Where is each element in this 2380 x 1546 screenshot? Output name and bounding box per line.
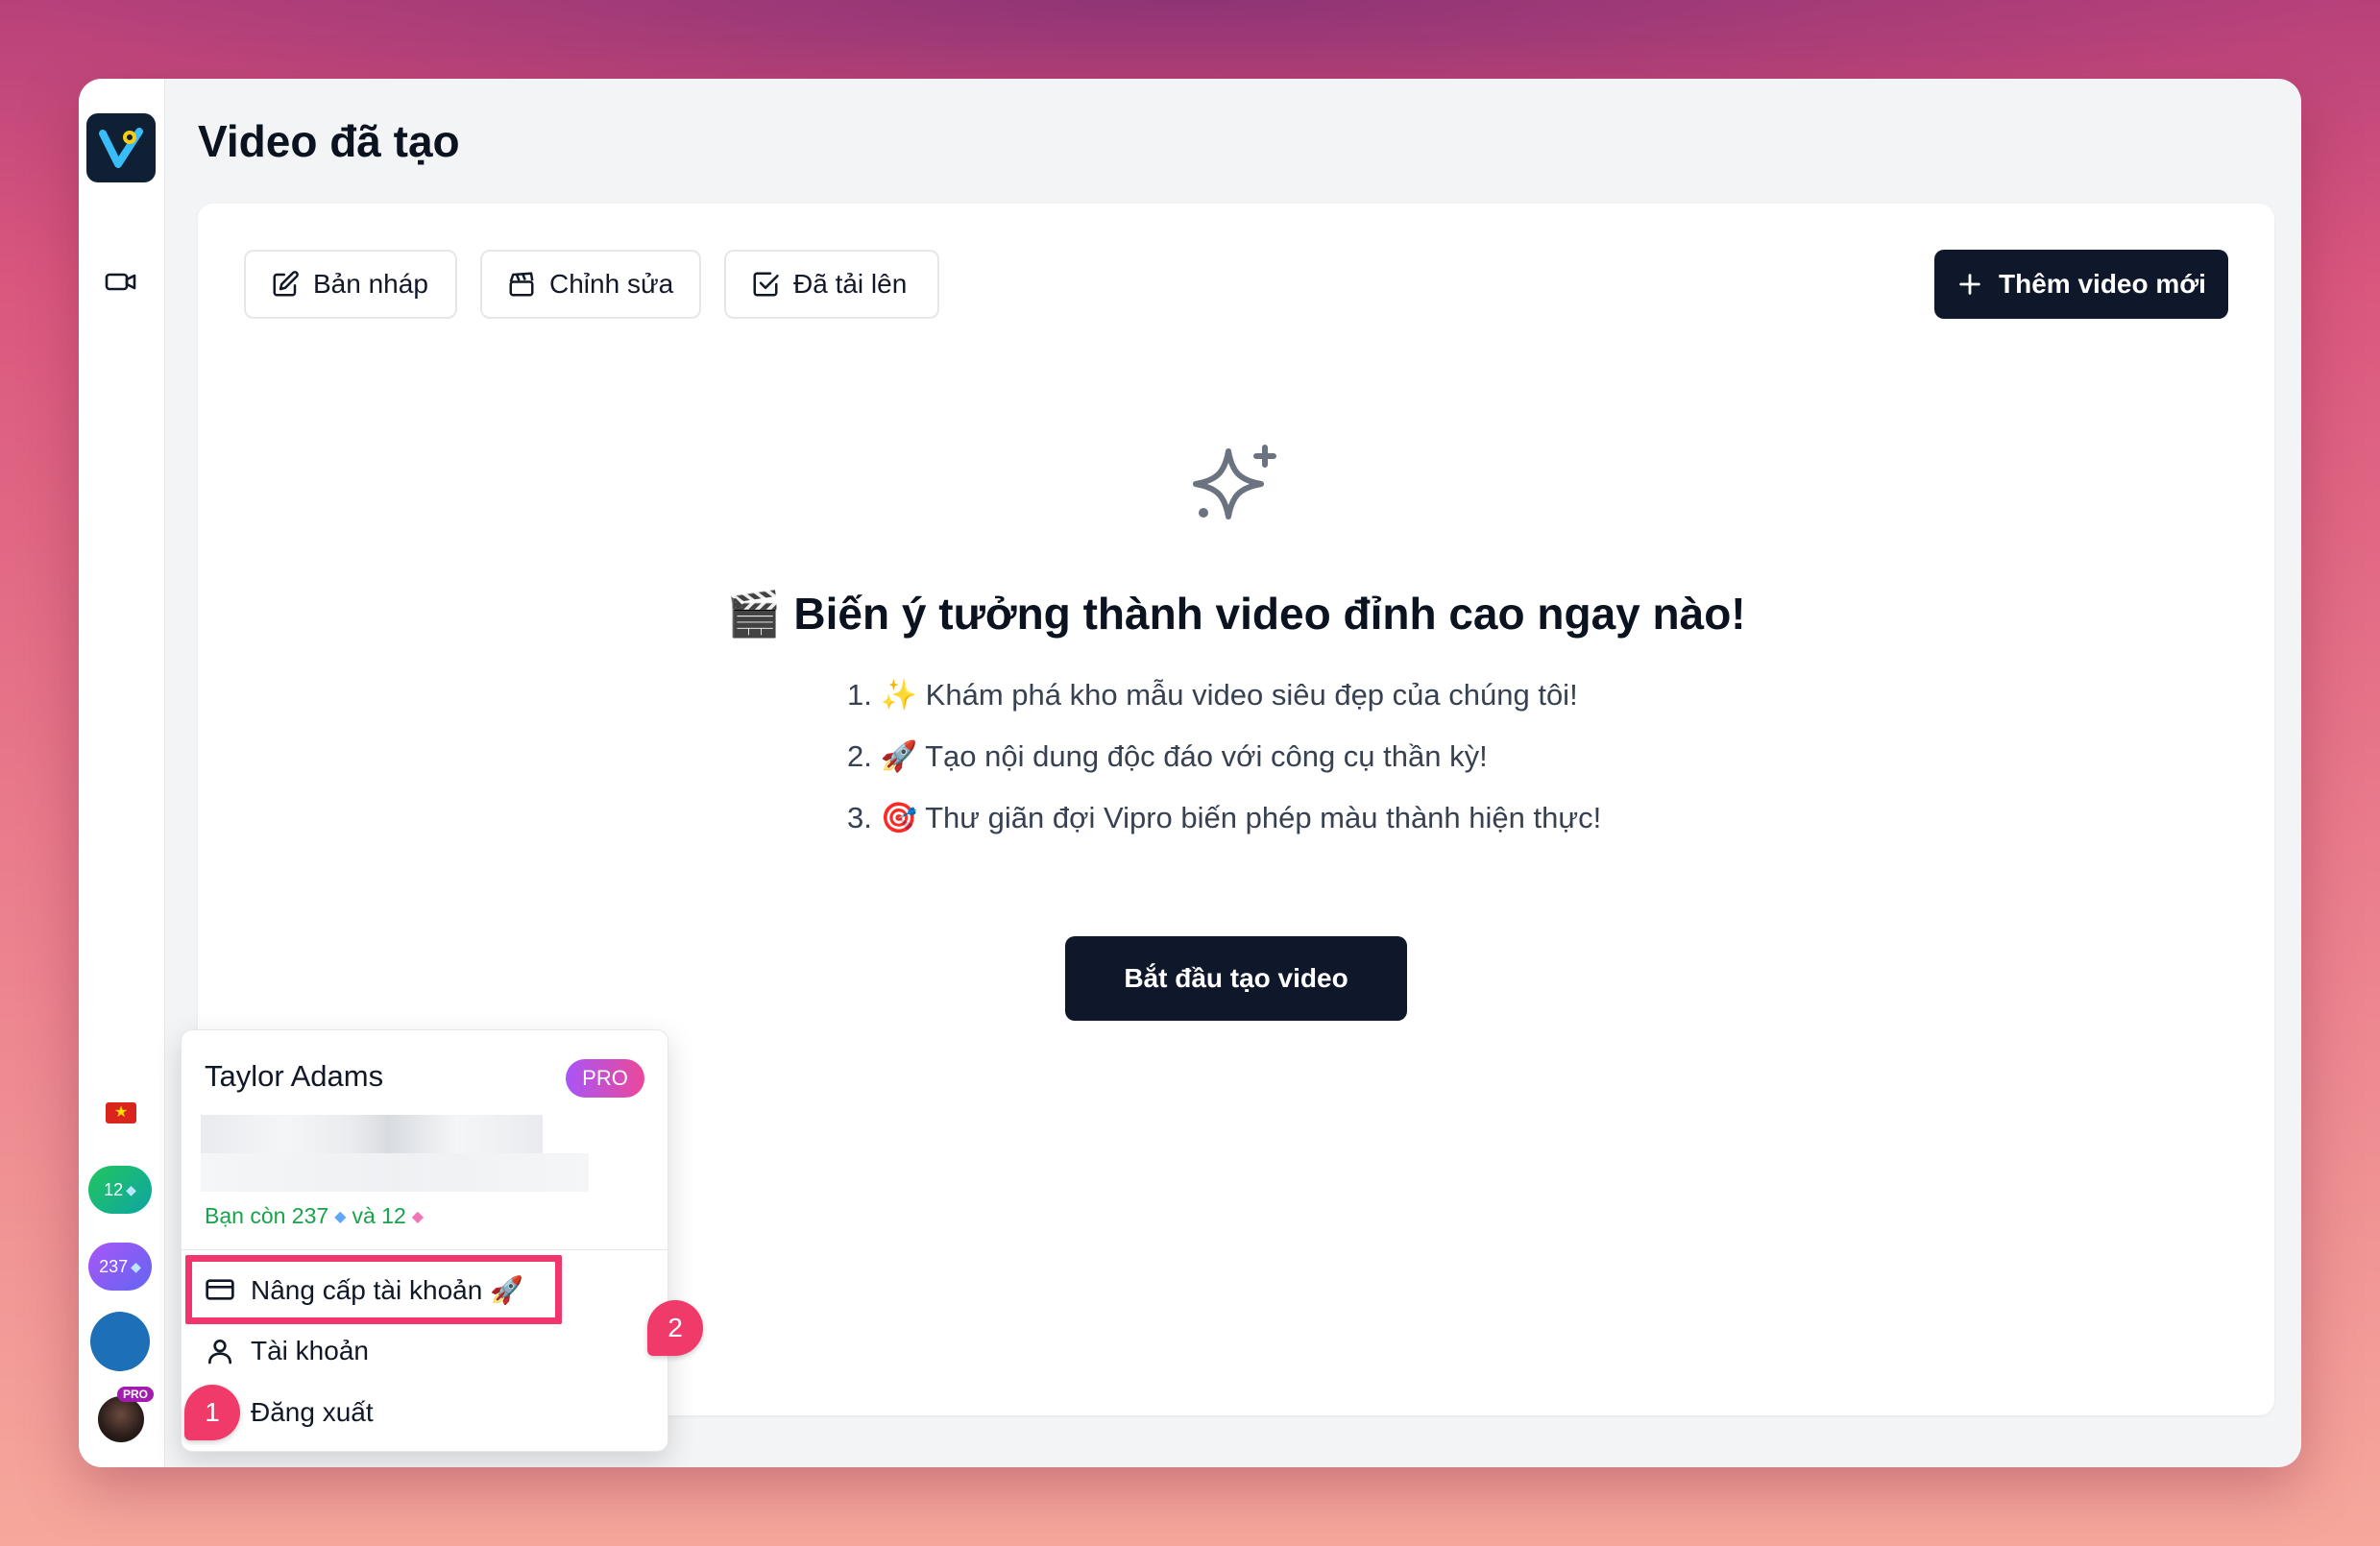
- user-name: Taylor Adams: [205, 1059, 384, 1093]
- upgrade-highlight-box: [185, 1255, 562, 1324]
- gem-icon: ◆: [411, 1208, 425, 1225]
- app-window: ★ 12 ◆ 237 ◆ PRO Video đã tạo Bản nháp C…: [79, 79, 2301, 1467]
- sparkles-icon: [1193, 445, 1276, 519]
- user-menu-toggle[interactable]: [90, 1312, 150, 1371]
- tab-label: Bản nháp: [313, 269, 428, 299]
- step-item: 1. ✨ Khám phá kho mẫu video siêu đẹp của…: [847, 678, 1578, 712]
- tab-label: Chỉnh sửa: [549, 269, 674, 299]
- steps-list: 1. ✨ Khám phá kho mẫu video siêu đẹp của…: [847, 664, 1601, 849]
- avatar-pro-badge: PRO: [117, 1387, 155, 1402]
- tab-uploaded[interactable]: Đã tải lên: [724, 250, 939, 319]
- sidebar: ★ 12 ◆ 237 ◆ PRO: [79, 79, 165, 1467]
- divider: [182, 1249, 668, 1250]
- callout-badge-2: 2: [647, 1300, 703, 1356]
- plan-badge: PRO: [566, 1059, 644, 1098]
- credit-value: 12: [104, 1179, 124, 1199]
- step-item: 2. 🚀 Tạo nội dung độc đáo với công cụ th…: [847, 739, 1488, 773]
- empty-state-title: 🎬 Biến ý tưởng thành video đỉnh cao ngay…: [726, 589, 1746, 639]
- menu-item-account[interactable]: Tài khoản: [205, 1324, 369, 1378]
- gem-icon: ◆: [334, 1208, 347, 1225]
- remaining-prefix: Bạn còn 237: [205, 1203, 329, 1228]
- credit-pill-green[interactable]: 12 ◆: [88, 1166, 152, 1214]
- tab-label: Đã tải lên: [793, 269, 908, 299]
- gem-icon: ◆: [126, 1181, 136, 1197]
- step-item: 3. 🎯 Thư giãn đợi Vipro biến phép màu th…: [847, 801, 1602, 834]
- credit-pill-violet[interactable]: 237 ◆: [88, 1243, 152, 1291]
- credit-value: 237: [99, 1256, 129, 1276]
- vietnam-flag-icon[interactable]: ★: [106, 1102, 136, 1123]
- user-icon: [208, 1340, 231, 1365]
- add-video-label: Thêm video mới: [1999, 269, 2206, 299]
- tab-drafts[interactable]: Bản nháp: [244, 250, 457, 319]
- menu-item-label: Tài khoản: [251, 1336, 369, 1365]
- user-menu-popup: Taylor Adams PRO Bạn còn 237 ◆ và 12 ◆ N…: [181, 1029, 668, 1452]
- gem-icon: ◆: [131, 1258, 141, 1274]
- page-title: Video đã tạo: [198, 116, 460, 166]
- add-video-button[interactable]: Thêm video mới: [1934, 250, 2228, 319]
- redacted-info: [201, 1153, 589, 1192]
- menu-item-label: Đăng xuất: [251, 1397, 374, 1427]
- edit-icon: [273, 271, 299, 297]
- plus-icon: [1959, 274, 1980, 295]
- tab-edit[interactable]: Chỉnh sửa: [480, 250, 701, 319]
- remaining-credits: Bạn còn 237 ◆ và 12 ◆: [205, 1203, 424, 1229]
- logo-v-icon: [99, 128, 143, 168]
- checkbox-icon: [753, 272, 779, 297]
- redacted-email: [201, 1115, 543, 1153]
- remaining-middle: và 12: [352, 1203, 406, 1228]
- clapperboard-icon: [509, 272, 534, 297]
- app-logo[interactable]: [86, 113, 156, 182]
- callout-badge-1: 1: [184, 1385, 240, 1440]
- video-camera-icon[interactable]: [104, 267, 138, 296]
- start-creating-button[interactable]: Bắt đầu tạo video: [1065, 936, 1407, 1021]
